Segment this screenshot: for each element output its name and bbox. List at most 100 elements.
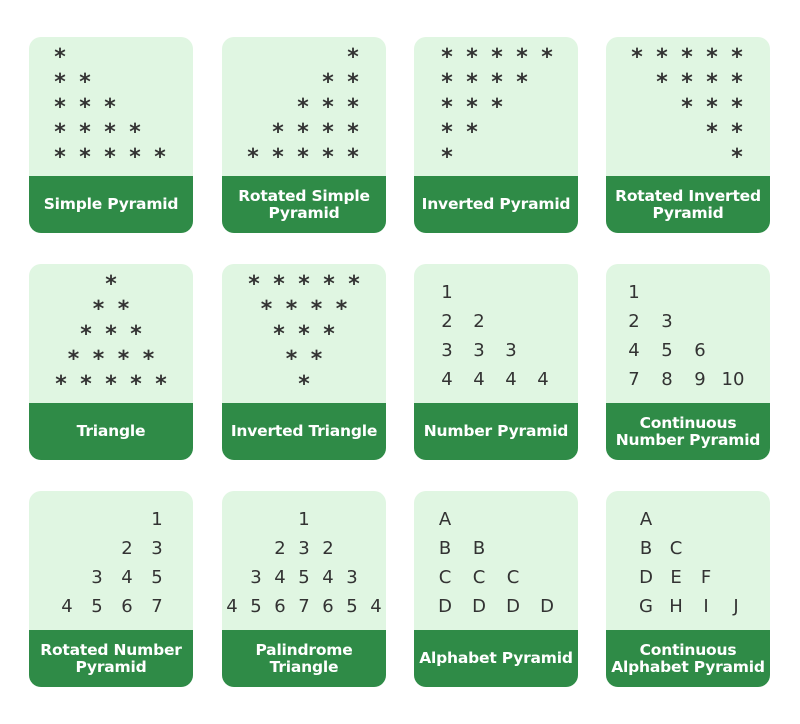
pattern-symbol: B bbox=[438, 538, 452, 559]
pattern-label-band: Rotated Simple Pyramid bbox=[222, 176, 386, 233]
asterisk: * bbox=[155, 372, 167, 397]
asterisk: * bbox=[731, 145, 743, 170]
pattern-symbol: 3 bbox=[346, 567, 358, 588]
pattern-symbol: D bbox=[472, 596, 486, 617]
pattern-symbol: 2 bbox=[473, 311, 485, 332]
pattern-symbol: 10 bbox=[721, 369, 745, 390]
asterisk: * bbox=[129, 120, 141, 145]
asterisk: * bbox=[323, 322, 335, 347]
pattern-symbol: I bbox=[703, 596, 709, 617]
pattern-symbol: 4 bbox=[61, 596, 73, 617]
pattern-symbol: 1 bbox=[151, 509, 163, 530]
pattern-symbol: C bbox=[669, 538, 683, 559]
asterisk: * bbox=[79, 70, 91, 95]
pattern-symbol: 5 bbox=[151, 567, 163, 588]
asterisk: * bbox=[142, 347, 155, 372]
pattern-symbol: G bbox=[639, 596, 653, 617]
pattern-label: Number Pyramid bbox=[423, 422, 569, 440]
pattern-symbol: A bbox=[438, 509, 452, 530]
pattern-label-band: Continuous Alphabet Pyramid bbox=[606, 630, 770, 687]
pattern-symbol: 1 bbox=[441, 282, 453, 303]
asterisk: * bbox=[466, 120, 478, 145]
pattern-card: * * * * * * * * * * * * * * * Rotated Inverted Pyramid bbox=[606, 37, 770, 233]
asterisk: * bbox=[335, 297, 348, 322]
pattern-symbol: D bbox=[639, 567, 653, 588]
pattern-symbol: 4 bbox=[473, 369, 485, 390]
pattern-symbol: 4 bbox=[537, 369, 549, 390]
asterisk: * bbox=[54, 45, 66, 70]
pattern-label-band: Rotated Inverted Pyramid bbox=[606, 176, 770, 233]
pattern-label-band: Inverted Pyramid bbox=[414, 176, 578, 233]
pattern-label-band: Triangle bbox=[29, 403, 193, 460]
asterisk: * bbox=[731, 120, 743, 145]
pattern-card: 1 2 3 4 5 6 7 8 9 10 Continuous Number Pyramid bbox=[606, 264, 770, 460]
asterisk: * bbox=[731, 45, 743, 70]
pattern-label: Rotated Number Pyramid bbox=[40, 640, 182, 676]
asterisk: * bbox=[130, 322, 142, 347]
pattern-symbol: D bbox=[438, 596, 452, 617]
pattern-symbol: 6 bbox=[121, 596, 133, 617]
asterisk: * bbox=[347, 120, 359, 145]
asterisk: * bbox=[310, 347, 323, 372]
pattern-card: * * * * * * * * * * * * * * * Inverted Triangle bbox=[222, 264, 386, 460]
pattern-grid: * * * * * * * * * * * * * * * Simple Pyramid * * * * * * * * * * *… bbox=[0, 0, 800, 724]
asterisk: * bbox=[541, 45, 553, 70]
asterisk: * bbox=[731, 95, 743, 120]
pattern-card: A B B C C C D D D D Alphabet Pyramid bbox=[414, 491, 578, 687]
pattern-label-band: Simple Pyramid bbox=[29, 176, 193, 233]
asterisk: * bbox=[347, 95, 359, 120]
pattern-symbol: 4 bbox=[628, 340, 640, 361]
pattern-symbol: 3 bbox=[505, 340, 517, 361]
asterisk: * bbox=[348, 272, 360, 297]
pattern-symbol: 2 bbox=[121, 538, 133, 559]
pattern-label-band: Palindrome Triangle bbox=[222, 630, 386, 687]
pattern-label: Alphabet Pyramid bbox=[419, 649, 573, 667]
pattern-symbol: E bbox=[670, 567, 682, 588]
pattern-symbol: J bbox=[733, 596, 739, 617]
pattern-label-band: Alphabet Pyramid bbox=[414, 630, 578, 687]
asterisk: * bbox=[117, 297, 130, 322]
pattern-card: 1 2 3 2 3 4 5 4 3 4 5 6 7 6 5 4 Palindrome Triangle bbox=[222, 491, 386, 687]
asterisk: * bbox=[516, 70, 528, 95]
pattern-symbol: 5 bbox=[91, 596, 103, 617]
asterisk: * bbox=[441, 145, 453, 170]
pattern-symbol: 3 bbox=[151, 538, 163, 559]
pattern-label-band: Continuous Number Pyramid bbox=[606, 403, 770, 460]
pattern-symbol: 2 bbox=[322, 538, 334, 559]
pattern-symbol: 4 bbox=[121, 567, 133, 588]
pattern-symbol: 5 bbox=[661, 340, 673, 361]
pattern-symbol: D bbox=[506, 596, 520, 617]
pattern-label: Inverted Triangle bbox=[230, 422, 378, 440]
pattern-symbol: 4 bbox=[370, 596, 382, 617]
pattern-label: Rotated Simple Pyramid bbox=[238, 186, 370, 222]
pattern-label: Rotated Inverted Pyramid bbox=[615, 186, 761, 222]
pattern-symbol: 7 bbox=[151, 596, 163, 617]
pattern-symbol: C bbox=[438, 567, 452, 588]
pattern-card: * * * * * * * * * * * * * * * Rotated Simple Pyramid bbox=[222, 37, 386, 233]
pattern-symbol: C bbox=[472, 567, 486, 588]
pattern-symbol: 9 bbox=[694, 369, 706, 390]
pattern-symbol: 4 bbox=[505, 369, 517, 390]
pattern-symbol: D bbox=[540, 596, 554, 617]
pattern-card: A B C D E F G H I J Continuous Alphabet Pyramid bbox=[606, 491, 770, 687]
asterisk: * bbox=[347, 45, 359, 70]
pattern-label: Triangle bbox=[76, 422, 146, 440]
pattern-symbol: 6 bbox=[694, 340, 706, 361]
asterisk: * bbox=[347, 70, 359, 95]
pattern-symbol: 7 bbox=[628, 369, 640, 390]
pattern-symbol: 8 bbox=[661, 369, 673, 390]
asterisk: * bbox=[491, 95, 503, 120]
pattern-label: Palindrome Triangle bbox=[255, 640, 353, 676]
pattern-label-band: Number Pyramid bbox=[414, 403, 578, 460]
pattern-label-band: Rotated Number Pyramid bbox=[29, 630, 193, 687]
asterisk: * bbox=[298, 372, 310, 397]
pattern-label: Continuous Alphabet Pyramid bbox=[611, 640, 765, 676]
asterisk: * bbox=[154, 145, 166, 170]
pattern-symbol: B bbox=[472, 538, 486, 559]
pattern-symbol: 2 bbox=[441, 311, 453, 332]
pattern-symbol: 3 bbox=[473, 340, 485, 361]
pattern-card: * * * * * * * * * * * * * * * Simple Pyramid bbox=[29, 37, 193, 233]
asterisk: * bbox=[104, 95, 116, 120]
pattern-label-band: Inverted Triangle bbox=[222, 403, 386, 460]
pattern-symbol: 2 bbox=[628, 311, 640, 332]
